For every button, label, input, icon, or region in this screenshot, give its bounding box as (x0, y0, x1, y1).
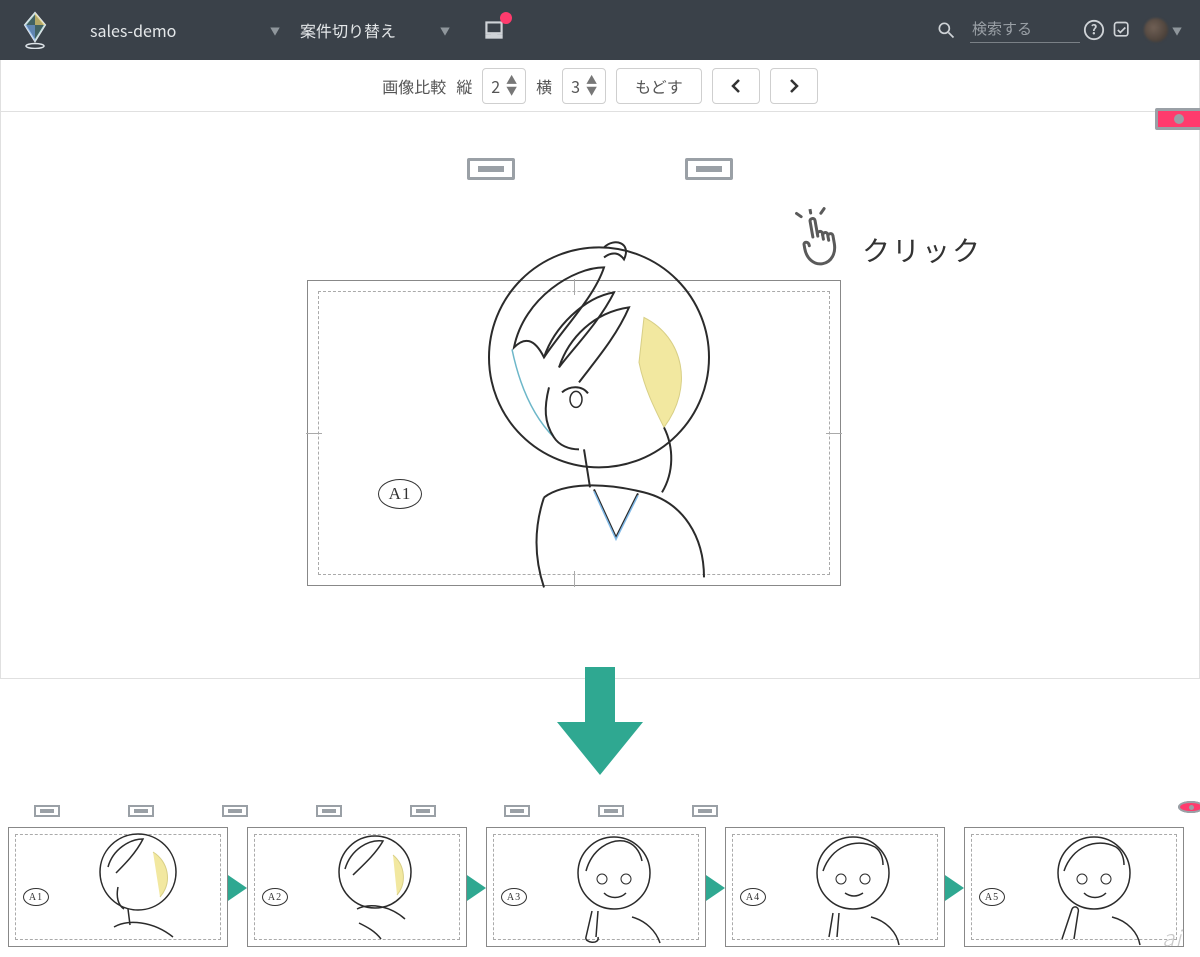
sequence-arrow-icon (942, 873, 964, 901)
thumbnails-row: A1 A2 (8, 827, 1192, 947)
frame-marker-bar-icon (685, 158, 733, 180)
keyframe-sketch (394, 237, 754, 597)
vertical-stepper[interactable]: 2 ▲▼ (482, 68, 526, 104)
search-input[interactable] (970, 17, 1080, 43)
compare-toolbar: 画像比較 縦 2 ▲▼ 横 3 ▲▼ もどす (1, 60, 1199, 112)
thumbnail[interactable]: A2 (247, 827, 467, 947)
notification-badge (500, 12, 512, 24)
frame-marker-dot-icon (1178, 801, 1200, 813)
app-header: sales-demo ▼ 案件切り替え ▼ ? ▼ (0, 0, 1200, 60)
thumbnail[interactable]: A5 (964, 827, 1184, 947)
sequence-arrow-icon (464, 873, 486, 901)
sequence-arrow-icon (703, 873, 725, 901)
prev-button[interactable] (712, 68, 760, 104)
chevron-left-icon (730, 79, 742, 93)
stepper-carets-icon: ▲▼ (586, 75, 597, 97)
sequence-arrow-icon (225, 873, 247, 901)
next-button[interactable] (770, 68, 818, 104)
user-avatar[interactable] (1144, 18, 1168, 42)
workspace-name: sales-demo (90, 18, 176, 42)
canvas-frame[interactable]: A1 (307, 280, 841, 586)
undo-label: もどす (635, 74, 683, 98)
frame-marker-bar-icon (128, 805, 154, 817)
thumbnail[interactable]: A3 (486, 827, 706, 947)
project-switcher-label: 案件切り替え (300, 18, 396, 42)
workspace-dropdown[interactable]: sales-demo ▼ (80, 13, 290, 47)
flow-arrow-icon (0, 667, 1200, 777)
help-icon[interactable]: ? (1080, 16, 1108, 44)
task-check-icon[interactable] (1108, 16, 1136, 44)
thumbnail[interactable]: A1 (8, 827, 228, 947)
thumbnails-panel: A1 A2 (0, 805, 1200, 957)
frame-marker-bar-icon (504, 805, 530, 817)
app-logo[interactable] (18, 10, 52, 50)
chevron-down-icon: ▼ (440, 23, 450, 38)
frame-marker-bar-icon (467, 158, 515, 180)
vertical-value: 2 (491, 74, 500, 98)
pointer-hand-icon (784, 203, 853, 282)
frame-marker-bar-icon (316, 805, 342, 817)
vertical-label: 縦 (456, 74, 472, 98)
click-annotation: クリック (790, 208, 982, 278)
click-annotation-text: クリック (862, 208, 982, 270)
horizontal-value: 3 (571, 74, 580, 98)
horizontal-label: 横 (536, 74, 552, 98)
frame-marker-dot-icon (1155, 108, 1200, 130)
search-icon[interactable] (932, 16, 960, 44)
frame-marker-bar-icon (692, 805, 718, 817)
stepper-carets-icon: ▲▼ (506, 75, 517, 97)
canvas-stage: クリック A1 (1, 112, 1199, 678)
chevron-down-icon: ▼ (270, 23, 280, 38)
main-panel: 画像比較 縦 2 ▲▼ 横 3 ▲▼ もどす (0, 60, 1200, 679)
frame-marker-bar-icon (222, 805, 248, 817)
frame-markers-row (1, 112, 1199, 180)
thumb-markers-row (8, 805, 1192, 817)
chevron-right-icon (788, 79, 800, 93)
thumbnail[interactable]: A4 (725, 827, 945, 947)
undo-button[interactable]: もどす (616, 68, 702, 104)
frame-marker-bar-icon (598, 805, 624, 817)
project-switcher-dropdown[interactable]: 案件切り替え ▼ (290, 13, 460, 47)
frame-marker-bar-icon (34, 805, 60, 817)
user-menu-caret-icon[interactable]: ▼ (1172, 23, 1182, 38)
compare-label: 画像比較 (382, 74, 446, 98)
horizontal-stepper[interactable]: 3 ▲▼ (562, 68, 606, 104)
svg-text:?: ? (1091, 20, 1098, 39)
frame-marker-bar-icon (410, 805, 436, 817)
inbox-button[interactable] (480, 16, 508, 44)
